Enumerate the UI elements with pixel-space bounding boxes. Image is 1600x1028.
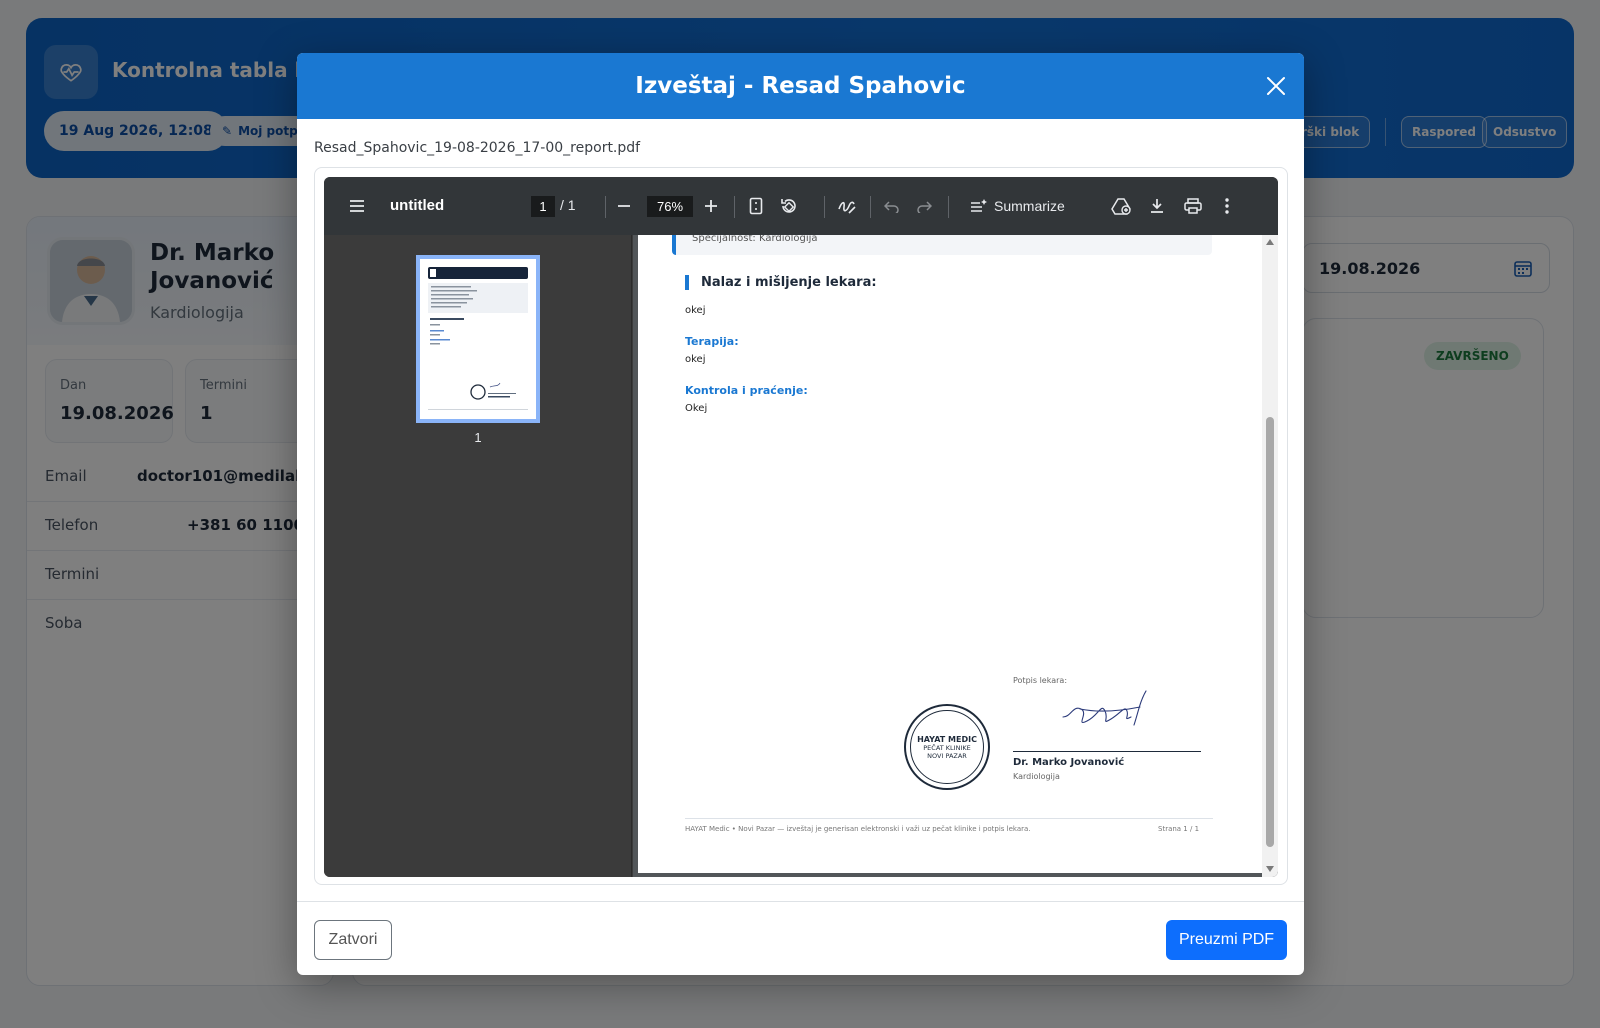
toolbar-divider bbox=[870, 196, 871, 218]
stamp-line2: PEČAT KLINIKE bbox=[923, 743, 971, 752]
close-modal-button[interactable] bbox=[1262, 72, 1290, 100]
thumbnail-preview bbox=[428, 267, 528, 410]
pdf-info-box: Specijalnost: Kardiologija bbox=[672, 235, 1212, 255]
print-icon bbox=[1184, 198, 1202, 214]
modal-title: Izveštaj - Resad Spahovic bbox=[635, 73, 966, 99]
zoom-level-input[interactable]: 76% bbox=[647, 196, 693, 217]
scroll-down-arrow-icon[interactable] bbox=[1265, 865, 1275, 873]
pdf-file-name: Resad_Spahovic_19-08-2026_17-00_report.p… bbox=[314, 140, 641, 156]
pdf-signer-name: Dr. Marko Jovanović bbox=[1013, 757, 1125, 768]
download-icon bbox=[1151, 199, 1163, 213]
draw-icon bbox=[838, 201, 856, 214]
hamburger-icon bbox=[350, 200, 364, 212]
thumbnail-page-number: 1 bbox=[474, 430, 482, 445]
pdf-toolbar: untitled 1 / 1 76% Summarize bbox=[324, 177, 1278, 235]
annotate-button[interactable] bbox=[834, 177, 860, 235]
pdf-finding-text: okej bbox=[685, 305, 706, 316]
scrollbar-thumb[interactable] bbox=[1266, 417, 1274, 847]
summarize-icon bbox=[971, 199, 987, 212]
zoom-out-button[interactable] bbox=[611, 177, 637, 235]
pdf-footer-note: HAYAT Medic • Novi Pazar — izveštaj je g… bbox=[685, 825, 1031, 833]
fit-page-icon bbox=[749, 197, 763, 215]
download-pdf-primary-button[interactable]: Preuzmi PDF bbox=[1166, 920, 1287, 960]
stamp-line3: NOVI PAZAR bbox=[927, 751, 967, 760]
download-pdf-button[interactable] bbox=[1144, 177, 1170, 235]
pdf-control-text: Okej bbox=[685, 403, 708, 414]
summarize-button[interactable]: Summarize bbox=[970, 177, 1065, 235]
stamp-line1: HAYAT MEDIC bbox=[917, 734, 977, 744]
page-total: / 1 bbox=[560, 197, 576, 213]
close-button[interactable]: Zatvori bbox=[314, 920, 392, 960]
undo-button[interactable] bbox=[880, 177, 904, 235]
pdf-page-counter: Strana 1 / 1 bbox=[1158, 825, 1200, 833]
minus-icon bbox=[618, 205, 630, 207]
more-options-button[interactable] bbox=[1216, 177, 1238, 235]
save-to-drive-button[interactable] bbox=[1108, 177, 1134, 235]
scroll-up-arrow-icon[interactable] bbox=[1265, 238, 1275, 246]
fit-page-button[interactable] bbox=[744, 177, 768, 235]
handwritten-signature bbox=[1062, 690, 1147, 726]
sidebar-menu-button[interactable] bbox=[346, 177, 368, 235]
rotate-icon bbox=[781, 199, 796, 213]
pdf-page-area: Specijalnost: Kardiologija Nalaz i mišlj… bbox=[633, 235, 1278, 877]
zoom-in-button[interactable] bbox=[698, 177, 724, 235]
signature-line bbox=[1013, 751, 1201, 752]
toolbar-divider bbox=[948, 196, 949, 218]
modal-header: Izveštaj - Resad Spahovic bbox=[297, 53, 1304, 119]
thumbnail-sidebar: 1 bbox=[324, 235, 632, 877]
pdf-page: Specijalnost: Kardiologija Nalaz i mišlj… bbox=[638, 235, 1262, 873]
redo-icon bbox=[917, 201, 932, 213]
pdf-footer-divider bbox=[685, 818, 1213, 819]
summarize-label: Summarize bbox=[994, 198, 1065, 214]
toolbar-divider bbox=[734, 196, 735, 218]
toolbar-divider bbox=[605, 196, 606, 218]
drive-add-icon bbox=[1111, 198, 1131, 215]
redo-button[interactable] bbox=[912, 177, 936, 235]
modal-footer: Zatvori Preuzmi PDF bbox=[297, 901, 1304, 975]
plus-icon bbox=[705, 200, 717, 212]
rotate-button[interactable] bbox=[776, 177, 802, 235]
pdf-therapy-label: Terapija: bbox=[685, 335, 739, 348]
pdf-viewer-frame: untitled 1 / 1 76% Summarize 1 Specijaln… bbox=[314, 167, 1288, 885]
pdf-scrollbar[interactable] bbox=[1262, 235, 1278, 877]
pdf-viewer: untitled 1 / 1 76% Summarize 1 Specijaln… bbox=[324, 177, 1278, 877]
pdf-therapy-text: okej bbox=[685, 354, 706, 365]
undo-icon bbox=[884, 201, 899, 213]
pdf-signer-specialty: Kardiologija bbox=[1013, 772, 1060, 781]
pdf-control-label: Kontrola i praćenje: bbox=[685, 384, 808, 397]
clinic-stamp: HAYAT MEDIC PEČAT KLINIKE NOVI PAZAR bbox=[904, 704, 990, 790]
pdf-doc-title: untitled bbox=[390, 197, 445, 214]
pdf-signature-label: Potpis lekara: bbox=[1013, 676, 1068, 685]
more-vertical-icon bbox=[1225, 198, 1229, 214]
toolbar-divider bbox=[824, 196, 825, 218]
close-icon bbox=[1267, 77, 1285, 95]
page-thumbnail[interactable] bbox=[416, 255, 540, 423]
pdf-specialty-line: Specijalnost: Kardiologija bbox=[692, 235, 818, 244]
page-number-input[interactable]: 1 bbox=[531, 196, 555, 217]
print-button[interactable] bbox=[1180, 177, 1206, 235]
pdf-section-title: Nalaz i mišljenje lekara: bbox=[685, 275, 877, 290]
report-modal: Izveštaj - Resad Spahovic Resad_Spahovic… bbox=[297, 53, 1304, 975]
